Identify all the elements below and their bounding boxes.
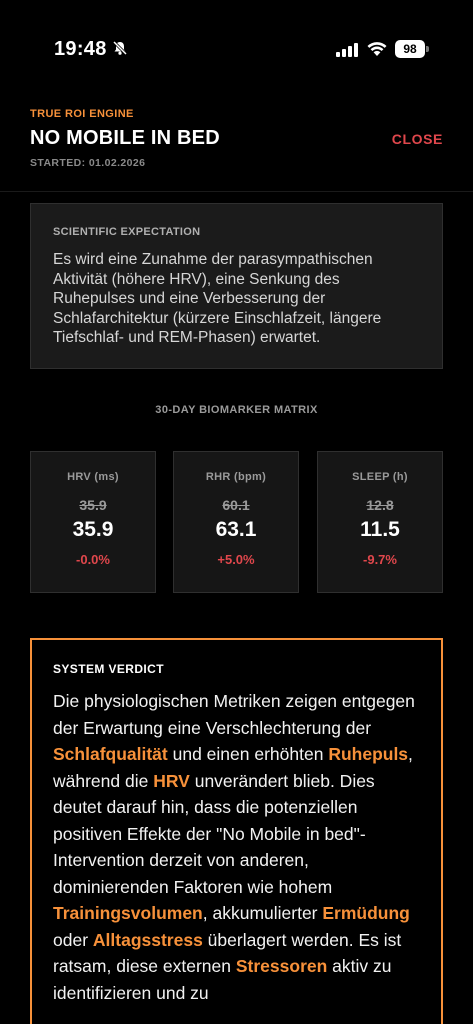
card-current-value: 35.9 bbox=[72, 518, 114, 541]
card-delta: +5.0% bbox=[217, 552, 255, 567]
biomarker-card-rhr: RHR (bpm) 60.1 63.1 +5.0% bbox=[173, 451, 299, 593]
verdict-text: Die physiologischen Metriken zeigen entg… bbox=[53, 688, 420, 1006]
status-time: 19:48 bbox=[54, 38, 107, 60]
verdict-highlight: HRV bbox=[153, 770, 190, 791]
biomarker-matrix-title: 30-DAY BIOMARKER MATRIX bbox=[155, 404, 318, 416]
wifi-icon bbox=[367, 42, 387, 56]
card-baseline-value: 60.1 bbox=[222, 497, 250, 513]
verdict-label: SYSTEM VERDICT bbox=[53, 662, 164, 676]
card-current-value: 63.1 bbox=[215, 518, 257, 541]
expectation-text: Es wird eine Zunahme der parasympathisch… bbox=[53, 251, 382, 346]
verdict-highlight: Alltagsstress bbox=[92, 929, 203, 950]
system-verdict-panel: SYSTEM VERDICT Die physiologischen Metri… bbox=[30, 638, 443, 1024]
page-title: NO MOBILE IN BED bbox=[30, 127, 220, 149]
verdict-text-segment: Die physiologischen Metriken zeigen entg… bbox=[53, 691, 415, 738]
scientific-expectation-panel: SCIENTIFIC EXPECTATION Es wird eine Zuna… bbox=[30, 203, 443, 369]
card-delta: -0.0% bbox=[76, 552, 110, 567]
close-button[interactable]: CLOSE bbox=[392, 131, 443, 147]
expectation-label: SCIENTIFIC EXPECTATION bbox=[53, 226, 201, 238]
card-label: HRV (ms) bbox=[67, 471, 119, 483]
biomarker-card-hrv: HRV (ms) 35.9 35.9 -0.0% bbox=[30, 451, 156, 593]
biomarker-card-sleep: SLEEP (h) 12.8 11.5 -9.7% bbox=[317, 451, 443, 593]
page-header: TRUE ROI ENGINE NO MOBILE IN BED STARTED… bbox=[0, 100, 473, 192]
verdict-highlight: Ermüdung bbox=[322, 903, 410, 923]
card-baseline-value: 12.8 bbox=[366, 497, 394, 513]
bell-muted-icon bbox=[112, 40, 128, 56]
card-label: RHR (bpm) bbox=[205, 471, 267, 483]
verdict-text-segment: und einen erhöhten bbox=[167, 744, 329, 764]
started-date: STARTED: 01.02.2026 bbox=[30, 157, 146, 169]
verdict-highlight: Stressoren bbox=[235, 956, 328, 976]
verdict-text-segment: , akkumulierter bbox=[202, 903, 323, 923]
battery-indicator: 98 bbox=[395, 40, 425, 58]
verdict-highlight: Ruhepuls bbox=[328, 744, 409, 764]
card-delta: -9.7% bbox=[363, 552, 397, 567]
cellular-signal-icon bbox=[336, 43, 358, 57]
card-current-value: 11.5 bbox=[360, 518, 400, 541]
battery-cap bbox=[426, 46, 429, 52]
biomarker-cards: HRV (ms) 35.9 35.9 -0.0% RHR (bpm) 60.1 … bbox=[30, 451, 443, 593]
status-bar: 19:48 98 bbox=[0, 0, 473, 100]
verdict-highlight: Trainingsvolumen bbox=[53, 903, 203, 923]
verdict-text-segment: oder bbox=[53, 929, 93, 950]
engine-label: TRUE ROI ENGINE bbox=[30, 108, 134, 120]
card-label: SLEEP (h) bbox=[352, 471, 408, 483]
verdict-highlight: Schlafqualität bbox=[53, 744, 168, 764]
card-baseline-value: 35.9 bbox=[79, 497, 107, 513]
